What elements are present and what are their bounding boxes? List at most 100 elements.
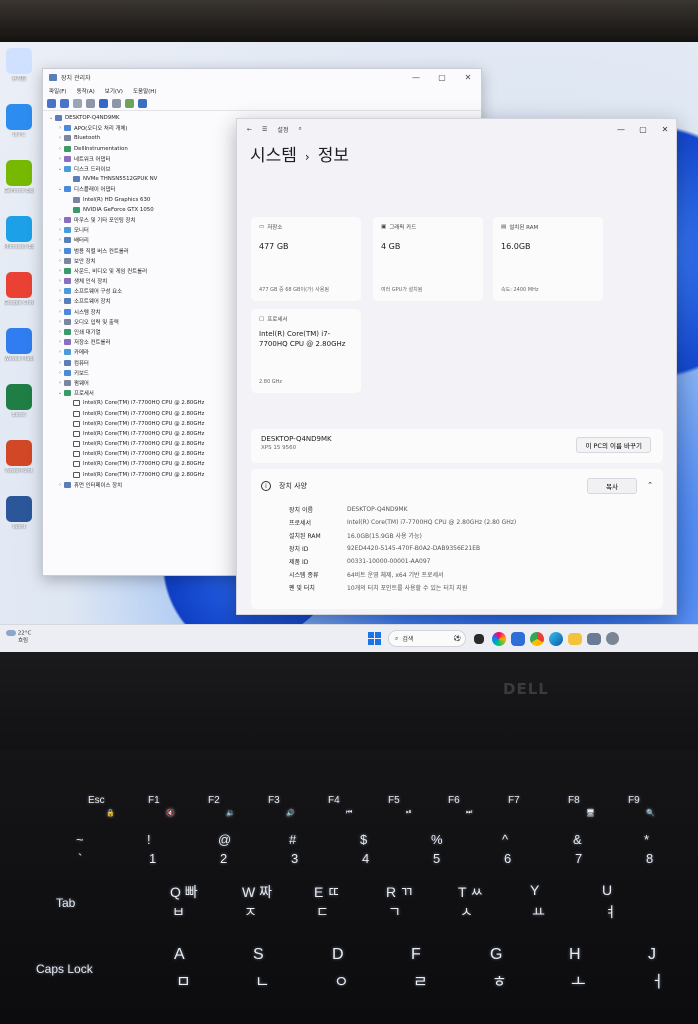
key-symbol-icon: 🔍 <box>646 810 655 817</box>
key-legend: A <box>174 946 185 963</box>
back-arrow-icon[interactable] <box>47 99 56 108</box>
ram-icon: ▤ <box>501 224 507 230</box>
tree-view-icon[interactable] <box>73 99 82 108</box>
desktop-shortcut[interactable]: Microsoft Edge <box>4 216 34 250</box>
back-icon[interactable]: ← <box>247 126 252 133</box>
spec-row: 프로세서 Intel(R) Core(TM) i7-7700HQ CPU @ 2.… <box>251 516 663 529</box>
chrome-icon[interactable] <box>530 631 544 646</box>
minimize-icon[interactable]: — <box>403 73 429 82</box>
chevron-right-icon[interactable]: › <box>56 329 64 335</box>
tree-node-label: 인쇄 대기열 <box>74 330 101 337</box>
copilot-icon[interactable] <box>492 631 506 646</box>
desktop-shortcut[interactable]: 휴지통 <box>4 48 34 82</box>
taskbar-search[interactable]: ⌕ 검색 ⚽ <box>388 630 466 647</box>
maximize-icon[interactable]: ▢ <box>429 73 455 82</box>
weather-temp: 22°C <box>17 630 32 637</box>
chevron-right-icon[interactable]: › <box>56 278 64 284</box>
chevron-right-icon[interactable]: › <box>56 268 64 274</box>
task-view-icon[interactable] <box>474 633 484 644</box>
desktop-shortcut[interactable]: Word <box>4 496 34 530</box>
tab-key[interactable]: Tab <box>56 896 75 910</box>
chevron-right-icon[interactable]: › <box>56 237 64 243</box>
minimize-icon[interactable]: — <box>610 125 632 134</box>
chevron-right-icon[interactable]: › <box>56 349 64 355</box>
chevron-right-icon[interactable]: › <box>56 125 64 131</box>
settings-taskbar-icon[interactable] <box>606 632 619 645</box>
store-icon[interactable] <box>511 631 525 646</box>
file-explorer-icon[interactable] <box>568 632 582 645</box>
tree-node-label: Intel(R) Core(TM) i7-7700HQ CPU @ 2.80GH… <box>83 461 205 468</box>
settings-window[interactable]: ← ☰ 설정 ⌕ — ▢ ✕ 시스템 › 정보 ▭ 저장소 477 GB 477 … <box>236 118 677 633</box>
desktop-shortcut[interactable]: Google Chrome <box>4 272 34 306</box>
tree-node-label: 소프트웨어 장치 <box>74 299 111 306</box>
copy-button[interactable]: 복사 <box>587 478 637 494</box>
tree-node-label: 배터리 <box>74 238 89 245</box>
device-manager-titlebar[interactable]: 장치 관리자 — ▢ ✕ <box>43 69 481 85</box>
close-icon[interactable]: ✕ <box>455 73 481 82</box>
gpu-card[interactable]: ▣ 그래픽 카드 4 GB 여러 GPU가 설치됨 <box>373 217 483 301</box>
chevron-right-icon[interactable]: › <box>56 288 64 294</box>
chevron-down-icon[interactable]: ⌄ <box>56 166 64 172</box>
menu-item[interactable]: 도움말(H) <box>133 87 157 95</box>
edge-icon[interactable] <box>549 631 563 646</box>
chevron-right-icon[interactable]: › <box>56 482 64 488</box>
forward-arrow-icon[interactable] <box>60 99 69 108</box>
chevron-right-icon[interactable]: › <box>56 248 64 254</box>
chevron-right-icon[interactable]: › <box>56 309 64 315</box>
ram-card[interactable]: ▤ 설치된 RAM 16.0GB 속도: 2400 MHz <box>493 217 603 301</box>
chevron-right-icon[interactable]: › <box>56 156 64 162</box>
chevron-right-icon[interactable]: › <box>56 258 64 264</box>
desktop-shortcut[interactable]: Excel <box>4 384 34 418</box>
chevron-down-icon[interactable]: ⌄ <box>47 115 55 121</box>
chevron-right-icon[interactable]: › <box>56 339 64 345</box>
spec-value: DESKTOP-Q4ND9MK <box>347 506 408 513</box>
cpu-card[interactable]: ▢ 프로세서 Intel(R) Core(TM) i7-7700HQ CPU @ … <box>251 309 361 393</box>
chevron-right-icon[interactable]: › <box>56 298 64 304</box>
chevron-down-icon[interactable]: ⌄ <box>56 186 64 192</box>
desktop-shortcut[interactable]: Waves MaxxAudio <box>4 328 34 362</box>
storage-card[interactable]: ▭ 저장소 477 GB 477 GB 중 68 GB이(가) 사용됨 <box>251 217 361 301</box>
menu-item[interactable]: 동작(A) <box>77 87 95 95</box>
chevron-right-icon[interactable]: › <box>56 380 64 386</box>
help-icon[interactable] <box>99 99 108 108</box>
rename-pc-button[interactable]: 이 PC의 이름 바꾸기 <box>576 437 651 453</box>
menu-item[interactable]: 보기(V) <box>105 87 123 95</box>
settings-titlebar[interactable]: ← ☰ 설정 ⌕ — ▢ ✕ <box>237 119 676 139</box>
desktop-shortcut[interactable]: 내 PC <box>4 104 34 138</box>
menu-item[interactable]: 파일(F) <box>49 87 67 95</box>
start-icon[interactable] <box>366 630 383 647</box>
monitor-icon[interactable] <box>138 99 147 108</box>
maximize-icon[interactable]: ▢ <box>632 125 654 134</box>
breadcrumb-separator: › <box>304 150 310 164</box>
chevron-right-icon[interactable]: › <box>56 217 64 223</box>
excel-icon <box>6 384 32 410</box>
tree-node-label: Intel(R) Core(TM) i7-7700HQ CPU @ 2.80GH… <box>83 451 205 458</box>
breadcrumb-parent[interactable]: 시스템 <box>250 141 297 166</box>
ram-sub: 속도: 2400 MHz <box>501 287 539 293</box>
chevron-up-icon[interactable]: ⌃ <box>647 481 653 489</box>
list-view-icon[interactable] <box>112 99 121 108</box>
desktop-shortcut[interactable]: GeForce Exp <box>4 160 34 194</box>
spec-key: 설치된 RAM <box>289 533 321 540</box>
chevron-right-icon[interactable]: › <box>56 370 64 376</box>
scan-hardware-icon[interactable] <box>125 99 134 108</box>
device-manager-taskbar-icon[interactable] <box>587 632 601 645</box>
menu-icon[interactable]: ☰ <box>262 126 267 133</box>
chevron-right-icon[interactable]: › <box>56 319 64 325</box>
desktop-shortcut[interactable]: PowerPoint <box>4 440 34 474</box>
key-symbol-icon: 🖥 <box>586 810 595 817</box>
chevron-right-icon[interactable]: › <box>56 135 64 141</box>
nvidia-icon <box>6 160 32 186</box>
close-icon[interactable]: ✕ <box>654 125 676 134</box>
properties-icon[interactable] <box>86 99 95 108</box>
key-legend: 7 <box>575 851 583 866</box>
device-name-row: DESKTOP-Q4ND9MK XPS 15 9560 이 PC의 이름 바꾸기 <box>251 429 663 463</box>
key-symbol-icon: ⏭ <box>466 809 473 816</box>
chevron-right-icon[interactable]: › <box>56 227 64 233</box>
chevron-right-icon[interactable]: › <box>56 360 64 366</box>
search-icon[interactable]: ⌕ <box>298 125 301 133</box>
weather-widget[interactable]: 22°C 흐림 <box>6 630 31 645</box>
chevron-down-icon[interactable]: ⌄ <box>56 390 64 396</box>
chevron-right-icon[interactable]: › <box>56 146 64 152</box>
caps-lock-key[interactable]: Caps Lock <box>36 962 93 976</box>
